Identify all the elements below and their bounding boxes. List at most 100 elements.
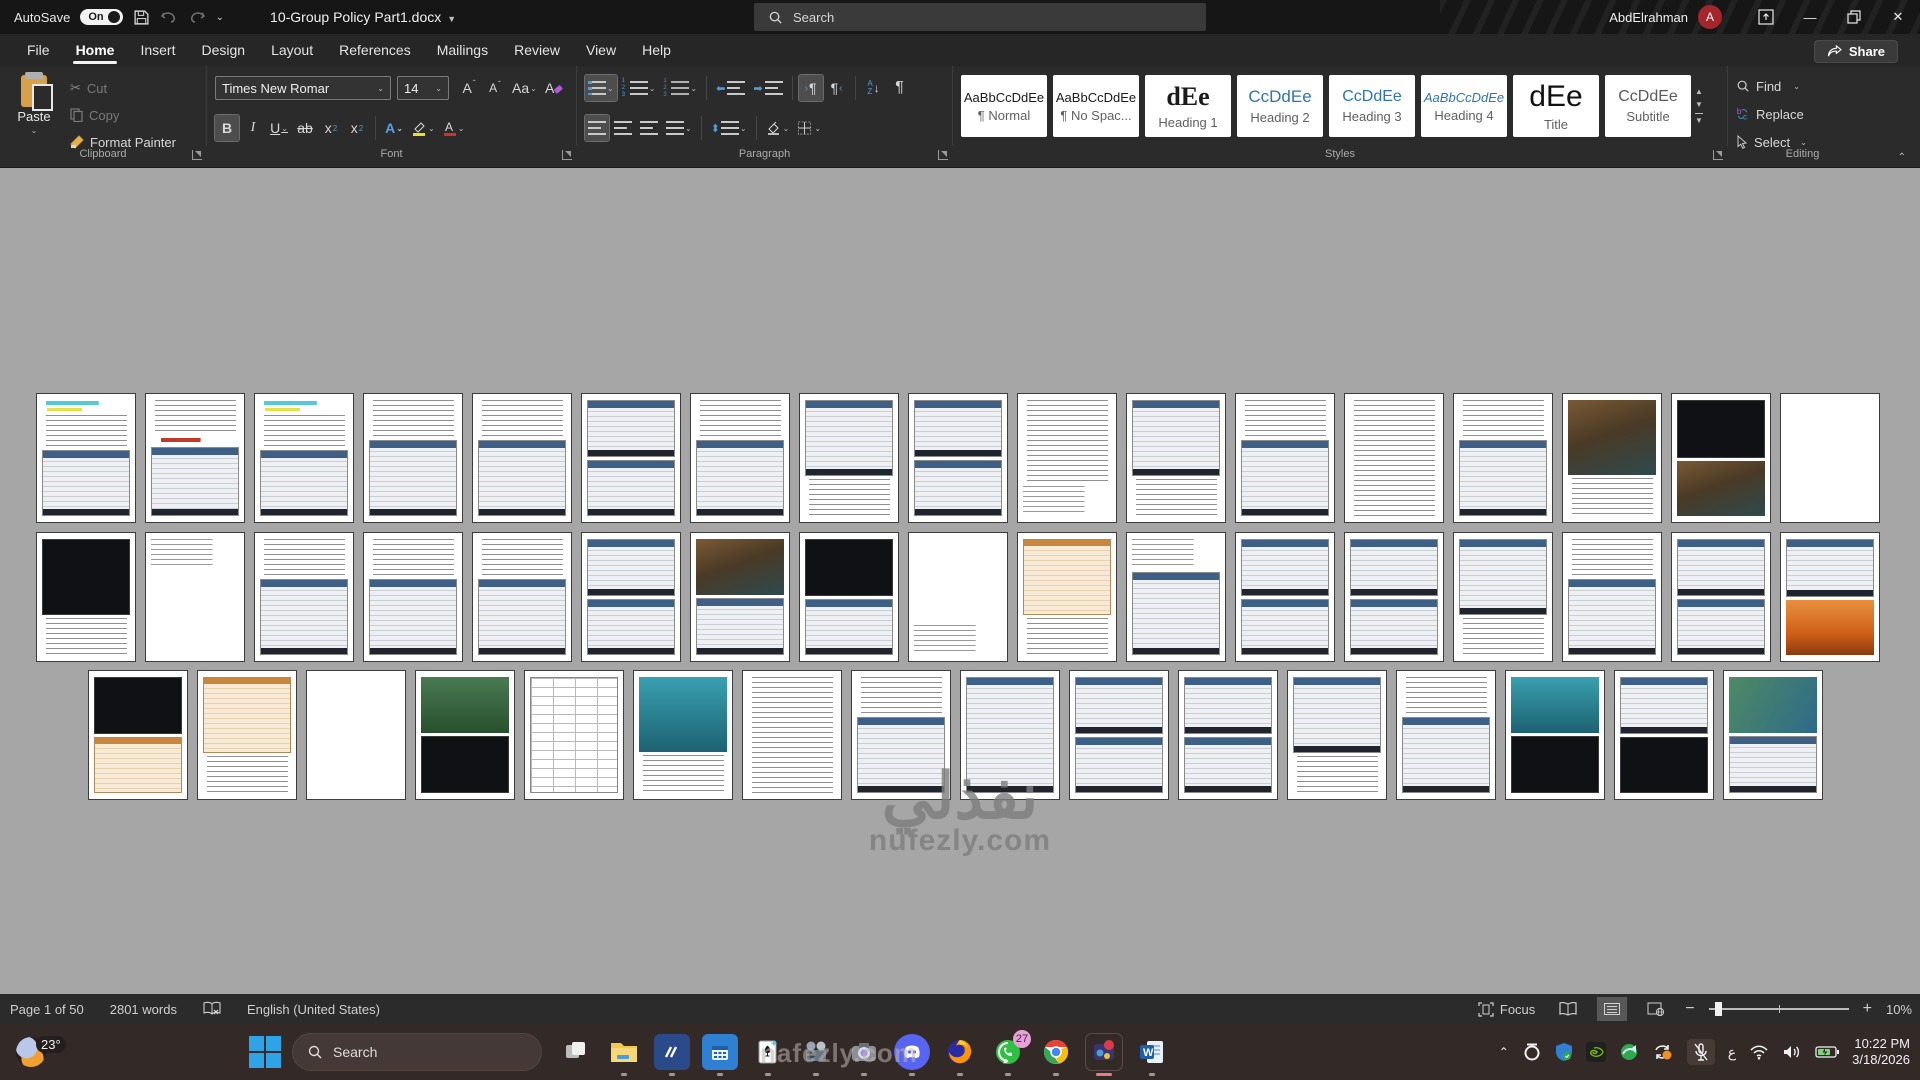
page-thumbnail-8[interactable] <box>800 394 898 522</box>
styles-scroll-down-icon[interactable]: ▼ <box>1695 100 1703 109</box>
avatar[interactable]: A <box>1698 5 1722 29</box>
whatsapp-icon[interactable]: 27 <box>990 1034 1026 1070</box>
idm-icon[interactable] <box>1619 1042 1639 1062</box>
show-paragraph-marks-button[interactable]: ¶ <box>888 75 912 101</box>
tab-view[interactable]: View <box>573 36 629 66</box>
tab-review[interactable]: Review <box>501 36 573 66</box>
style-card-heading-1[interactable]: dEeHeading 1 <box>1145 75 1231 137</box>
zoom-slider-thumb[interactable] <box>1715 1002 1722 1016</box>
undo-icon[interactable] <box>160 9 178 25</box>
page-thumbnail-31[interactable] <box>1454 533 1552 661</box>
chrome-icon[interactable] <box>1038 1034 1074 1070</box>
close-button[interactable]: ✕ <box>1876 0 1920 34</box>
paste-dropdown-icon[interactable]: ⌄ <box>31 126 38 135</box>
page-thumbnail-1[interactable] <box>37 394 135 522</box>
styles-scroll-up-icon[interactable]: ▲ <box>1695 87 1703 96</box>
page-thumbnail-28[interactable] <box>1127 533 1225 661</box>
page-thumbnail-3[interactable] <box>255 394 353 522</box>
shading-button[interactable]: ⌄ <box>763 115 793 141</box>
read-mode-button[interactable] <box>1553 997 1583 1021</box>
increase-indent-button[interactable]: ➡ <box>750 75 785 101</box>
page-thumbnail-16[interactable] <box>1672 394 1770 522</box>
underline-button[interactable]: U⌄ <box>267 115 291 141</box>
tab-mailings[interactable]: Mailings <box>424 36 501 66</box>
bold-button[interactable]: B <box>215 115 239 141</box>
clear-formatting-button[interactable]: A <box>542 75 566 101</box>
page-thumbnail-20[interactable] <box>255 533 353 661</box>
start-button[interactable] <box>248 1035 282 1069</box>
hidden-icons-chevron[interactable]: ⌃ <box>1499 1045 1509 1059</box>
page-thumbnail-13[interactable] <box>1345 394 1443 522</box>
tab-design[interactable]: Design <box>188 36 258 66</box>
find-button[interactable]: Find⌄ <box>1736 74 1871 98</box>
cut-button[interactable]: ✂ Cut <box>70 76 176 100</box>
bullets-button[interactable]: ⌄ <box>585 75 617 101</box>
user-name[interactable]: AbdElrahman <box>1609 10 1688 25</box>
zoom-level[interactable]: 10% <box>1886 1002 1912 1017</box>
calendar-icon[interactable] <box>702 1034 738 1070</box>
wifi-icon[interactable] <box>1749 1044 1769 1060</box>
align-center-button[interactable] <box>611 115 635 141</box>
font-family-combo[interactable]: Times New Romar⌄ <box>215 76 391 100</box>
page-thumbnail-7[interactable] <box>691 394 789 522</box>
page-thumbnail-32[interactable] <box>1563 533 1661 661</box>
strikethrough-button[interactable]: ab <box>293 115 317 141</box>
volume-icon[interactable] <box>1782 1044 1802 1060</box>
styles-gallery-more-icon[interactable]: ▼ <box>1695 113 1703 125</box>
copy-button[interactable]: Copy <box>70 103 176 127</box>
page-thumbnail-6[interactable] <box>582 394 680 522</box>
align-left-button[interactable] <box>585 115 609 141</box>
superscript-button[interactable]: x2 <box>345 115 369 141</box>
web-layout-button[interactable] <box>1641 997 1671 1021</box>
page-thumbnail-11[interactable] <box>1127 394 1225 522</box>
grow-font-button[interactable]: Aˆ <box>457 75 481 101</box>
page-thumbnail-29[interactable] <box>1236 533 1334 661</box>
style-card-heading-3[interactable]: CcDdEeHeading 3 <box>1329 75 1415 137</box>
page-thumbnail-24[interactable] <box>691 533 789 661</box>
taskbar-search[interactable]: Search <box>292 1033 542 1071</box>
style-card-subtitle[interactable]: CcDdEeSubtitle <box>1605 75 1691 137</box>
save-icon[interactable] <box>133 9 150 26</box>
proofing-errors-icon[interactable] <box>203 1001 221 1017</box>
tab-file[interactable]: File <box>14 36 63 66</box>
tab-layout[interactable]: Layout <box>258 36 326 66</box>
page-thumbnail-34[interactable] <box>1781 533 1879 661</box>
file-explorer-icon[interactable] <box>606 1034 642 1070</box>
word-icon[interactable]: W <box>1134 1034 1170 1070</box>
page-thumbnail-5[interactable] <box>473 394 571 522</box>
page-thumbnail-19[interactable] <box>146 533 244 661</box>
page-thumbnail-23[interactable] <box>582 533 680 661</box>
page-thumbnail-15[interactable] <box>1563 394 1661 522</box>
page-thumbnail-2[interactable] <box>146 394 244 522</box>
style-card-heading-4[interactable]: AaBbCcDdEeHeading 4 <box>1421 75 1507 137</box>
page-indicator[interactable]: Page 1 of 50 <box>10 1002 84 1017</box>
task-view-icon[interactable] <box>558 1034 594 1070</box>
zoom-out-button[interactable]: − <box>1685 1000 1694 1018</box>
page-thumbnail-26[interactable] <box>909 533 1007 661</box>
tab-references[interactable]: References <box>326 36 424 66</box>
page-thumbnail-17[interactable] <box>1781 394 1879 522</box>
shrink-font-button[interactable]: Aˇ <box>483 75 507 101</box>
clock[interactable]: 10:22 PM 3/18/2026 <box>1852 1036 1910 1068</box>
title-search-box[interactable]: Search <box>754 3 1206 31</box>
font-color-button[interactable]: A⌄ <box>440 115 468 141</box>
media-app-icon[interactable] <box>654 1034 690 1070</box>
paste-button[interactable]: Paste ⌄ <box>8 72 60 144</box>
share-button[interactable]: Share <box>1814 40 1898 63</box>
document-title[interactable]: 10-Group Policy Part1.docx▼ <box>270 9 456 25</box>
font-dialog-launcher[interactable] <box>562 150 572 160</box>
page-thumbnail-10[interactable] <box>1018 394 1116 522</box>
numbering-button[interactable]: ⌄ <box>627 75 659 101</box>
page-thumbnail-25[interactable] <box>800 533 898 661</box>
change-case-button[interactable]: Aa⌄ <box>509 75 540 101</box>
replace-button[interactable]: bc Replace <box>1736 102 1871 126</box>
tab-insert[interactable]: Insert <box>127 36 188 66</box>
style-card-normal[interactable]: AaBbCcDdEe¶ Normal <box>961 75 1047 137</box>
security-shield-icon[interactable] <box>1555 1042 1573 1062</box>
italic-button[interactable]: I <box>241 115 265 141</box>
page-thumbnail-9[interactable] <box>909 394 1007 522</box>
sort-button[interactable]: AZ↓ <box>862 75 886 101</box>
screen-recorder-icon[interactable] <box>1086 1034 1122 1070</box>
highlight-color-button[interactable]: ⌄ <box>408 115 438 141</box>
subscript-button[interactable]: x2 <box>319 115 343 141</box>
